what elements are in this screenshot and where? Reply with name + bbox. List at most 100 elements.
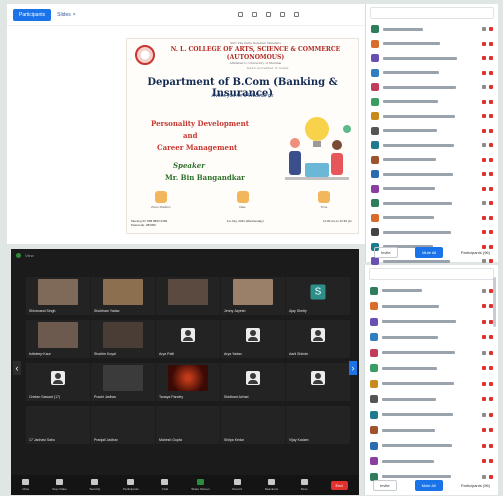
participant-row[interactable] <box>365 283 498 299</box>
security-shield-icon[interactable] <box>16 253 21 258</box>
participant-row[interactable] <box>366 80 498 95</box>
video-tile[interactable]: Shubham Yadav <box>91 277 155 315</box>
grid-icon[interactable] <box>252 12 257 17</box>
camera-icon[interactable] <box>489 412 493 417</box>
participant-row[interactable] <box>365 454 498 470</box>
mic-icon[interactable] <box>482 27 486 32</box>
participant-row[interactable] <box>365 299 498 315</box>
camera-icon[interactable] <box>489 201 493 206</box>
video-tile[interactable]: Shivanand Singh <box>26 277 90 315</box>
participant-row[interactable] <box>365 361 498 377</box>
video-icon[interactable] <box>266 12 271 17</box>
mic-icon[interactable] <box>482 443 486 448</box>
mic-icon[interactable] <box>482 143 486 148</box>
control-8[interactable]: More <box>300 479 308 491</box>
invite-button-2[interactable]: Invite <box>373 480 397 491</box>
control-1[interactable]: Stop Video <box>52 479 67 491</box>
participant-row[interactable] <box>366 66 498 81</box>
control-6[interactable]: Record <box>232 479 242 491</box>
control-3[interactable]: Participants <box>123 479 139 491</box>
video-tile[interactable]: Mahesh Gupta <box>156 406 220 444</box>
mic-icon[interactable] <box>482 128 486 133</box>
prev-page-arrow[interactable]: ‹ <box>13 361 21 375</box>
camera-icon[interactable] <box>489 459 493 464</box>
participant-row[interactable] <box>365 423 498 439</box>
camera-icon[interactable] <box>489 157 493 162</box>
camera-icon[interactable] <box>489 381 493 386</box>
video-tile[interactable]: Jenny Jayesh <box>221 277 285 315</box>
control-5[interactable]: Share Screen <box>191 479 210 491</box>
mic-icon[interactable] <box>482 459 486 464</box>
camera-icon[interactable] <box>489 27 493 32</box>
participant-row[interactable] <box>366 22 498 37</box>
camera-icon[interactable] <box>489 70 493 75</box>
video-tile[interactable]: Siddhant Avhad <box>221 363 285 401</box>
participant-row[interactable] <box>366 167 498 182</box>
control-7[interactable]: Reactions <box>265 479 278 491</box>
mic-icon[interactable] <box>482 85 486 90</box>
camera-icon[interactable] <box>489 143 493 148</box>
video-tile[interactable]: Pranjali Jadhav <box>91 406 155 444</box>
video-tile[interactable]: Arya Yadav <box>221 320 285 358</box>
mic-icon[interactable] <box>482 70 486 75</box>
mic-icon[interactable] <box>482 381 486 386</box>
participant-search-input-2[interactable] <box>369 268 494 280</box>
participant-row[interactable] <box>365 438 498 454</box>
mic-icon[interactable] <box>482 215 486 220</box>
participant-row[interactable] <box>366 109 498 124</box>
video-tile[interactable]: Aarti Shinde <box>286 320 350 358</box>
participant-row[interactable] <box>365 392 498 408</box>
mic-icon[interactable] <box>482 201 486 206</box>
mic-icon[interactable] <box>482 397 486 402</box>
control-0[interactable]: Mute <box>22 479 30 491</box>
scrollbar[interactable] <box>493 277 496 327</box>
participant-row[interactable] <box>366 138 498 153</box>
participant-row[interactable] <box>366 196 498 211</box>
view-menu[interactable]: View <box>25 253 34 258</box>
video-tile[interactable]: Arya Patil <box>156 320 220 358</box>
mic-icon[interactable] <box>482 428 486 433</box>
camera-icon[interactable] <box>489 397 493 402</box>
control-4[interactable]: Chat <box>161 479 169 491</box>
camera-icon[interactable] <box>489 366 493 371</box>
mic-icon[interactable] <box>482 474 486 479</box>
camera-icon[interactable] <box>489 443 493 448</box>
participant-row[interactable] <box>366 124 498 139</box>
slides-tab[interactable]: Slides × <box>57 12 76 18</box>
control-2[interactable]: Security <box>89 479 100 491</box>
participant-row[interactable] <box>366 95 498 110</box>
mic-icon[interactable] <box>482 114 486 119</box>
camera-icon[interactable] <box>489 335 493 340</box>
camera-icon[interactable] <box>489 56 493 61</box>
participants-button[interactable]: Participants <box>13 8 52 21</box>
video-tile[interactable]: Chetan Sawant (17) <box>26 363 90 401</box>
participant-row[interactable] <box>366 37 498 52</box>
more-icon[interactable] <box>294 12 299 17</box>
camera-icon[interactable] <box>489 186 493 191</box>
mic-icon[interactable] <box>482 172 486 177</box>
close-icon[interactable]: × <box>73 12 76 18</box>
next-page-arrow[interactable]: › <box>349 361 357 375</box>
participant-row[interactable] <box>365 376 498 392</box>
participant-row[interactable] <box>366 225 498 240</box>
participant-search-input[interactable] <box>370 7 494 19</box>
participants-count-2[interactable]: Participants (96) <box>461 483 490 488</box>
camera-icon[interactable] <box>489 172 493 177</box>
participant-row[interactable] <box>365 407 498 423</box>
video-tile[interactable]: S Ajay Shetty <box>286 277 350 315</box>
participant-row[interactable] <box>365 314 498 330</box>
mute-all-button[interactable]: Mute All <box>415 247 444 258</box>
camera-icon[interactable] <box>489 41 493 46</box>
participant-row[interactable] <box>365 345 498 361</box>
camera-icon[interactable] <box>489 85 493 90</box>
participant-row[interactable] <box>366 51 498 66</box>
mic-icon[interactable] <box>482 230 486 235</box>
mic-icon[interactable] <box>482 366 486 371</box>
camera-icon[interactable] <box>489 474 493 479</box>
mic-icon[interactable] <box>482 157 486 162</box>
camera-icon[interactable] <box>489 128 493 133</box>
video-tile[interactable]: 17 Janhavi Sahu <box>26 406 90 444</box>
mic-icon[interactable] <box>482 412 486 417</box>
camera-icon[interactable] <box>489 230 493 235</box>
video-tile[interactable] <box>286 363 350 401</box>
